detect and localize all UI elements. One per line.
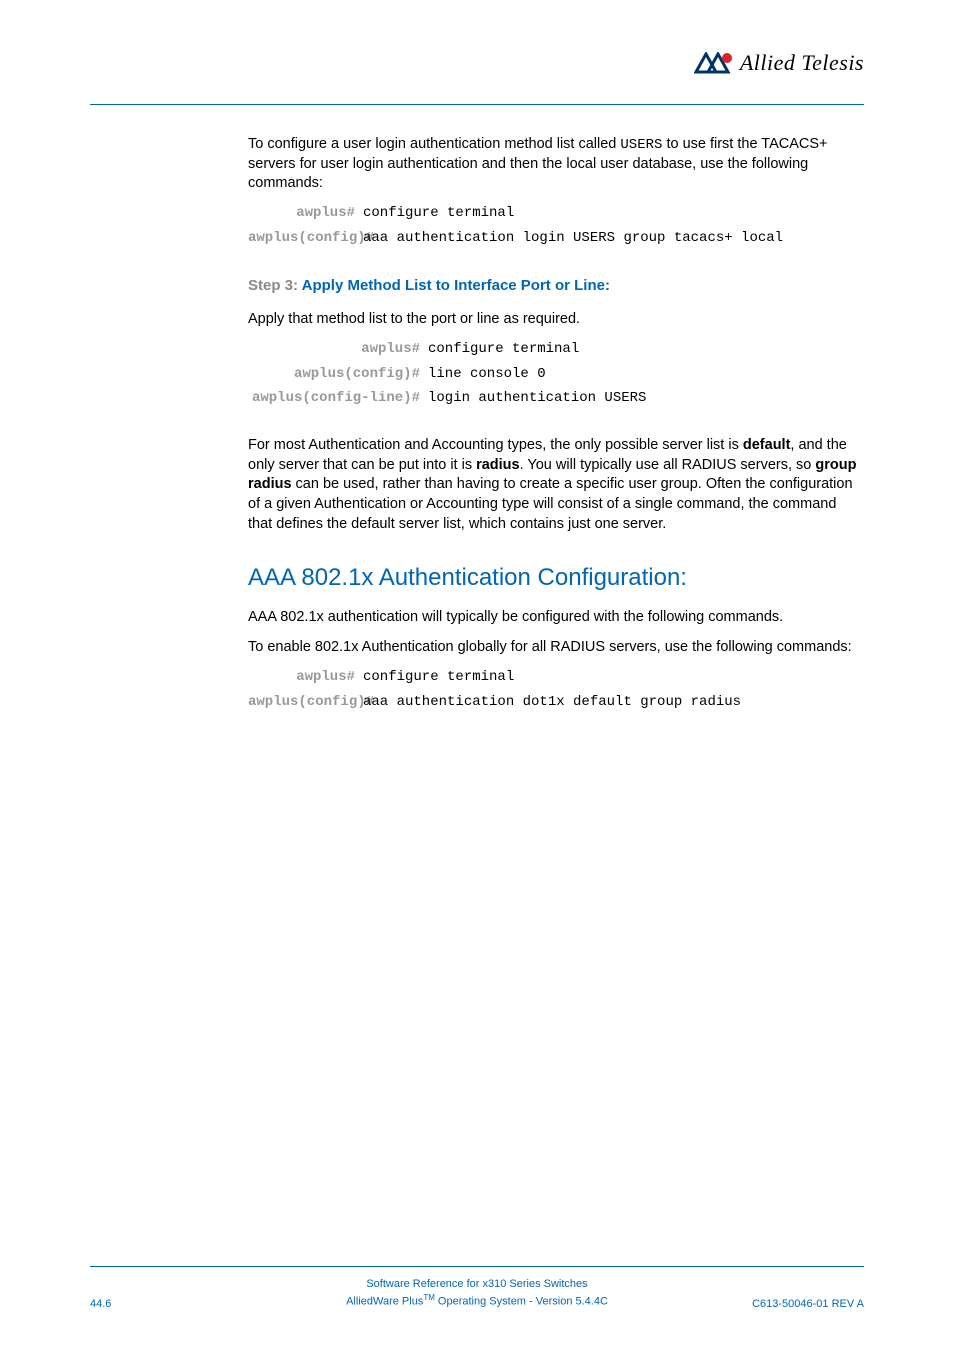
text: For most Authentication and Accounting t… xyxy=(248,437,743,453)
command-prompt: awplus(config-line)# xyxy=(248,389,428,408)
text: . You will typically use all RADIUS serv… xyxy=(520,457,816,473)
auth-accounting-paragraph: For most Authentication and Accounting t… xyxy=(248,436,864,534)
brand-logo: Allied Telesis xyxy=(694,50,864,76)
command-prompt: awplus# xyxy=(248,668,363,687)
command-prompt: awplus# xyxy=(248,204,363,223)
command-prompt: awplus(config)# xyxy=(248,229,363,248)
bold-text: radius xyxy=(476,457,520,473)
text: AlliedWare Plus xyxy=(346,1296,423,1308)
command-row: awplus# configure terminal xyxy=(248,668,864,687)
inline-code: USERS xyxy=(620,137,662,153)
command-row: awplus(config)# aaa authentication dot1x… xyxy=(248,693,864,712)
page-content: To configure a user login authentication… xyxy=(90,135,864,711)
step-3-heading: Step 3: Apply Method List to Interface P… xyxy=(248,276,864,296)
step-3-paragraph: Apply that method list to the port or li… xyxy=(248,310,864,330)
command-text: configure terminal xyxy=(428,340,864,359)
bold-text: default xyxy=(743,437,791,453)
footer-title: Software Reference for x310 Series Switc… xyxy=(90,1277,864,1292)
command-text: aaa authentication login USERS group tac… xyxy=(363,229,864,248)
command-row: awplus(config)# aaa authentication login… xyxy=(248,229,864,248)
command-text: configure terminal xyxy=(363,204,864,223)
command-row: awplus(config)# line console 0 xyxy=(248,365,864,384)
section-heading: AAA 802.1x Authentication Configuration: xyxy=(248,562,864,594)
command-block-3: awplus# configure terminal awplus(config… xyxy=(248,668,864,712)
section-paragraph-1: AAA 802.1x authentication will typically… xyxy=(248,608,864,628)
command-row: awplus(config-line)# login authenticatio… xyxy=(248,389,864,408)
command-prompt: awplus# xyxy=(248,340,428,359)
command-text: line console 0 xyxy=(428,365,864,384)
command-row: awplus# configure terminal xyxy=(248,340,864,359)
footer-center: Software Reference for x310 Series Switc… xyxy=(90,1277,864,1310)
command-text: configure terminal xyxy=(363,668,864,687)
command-text: login authentication USERS xyxy=(428,389,864,408)
page-header: Allied Telesis xyxy=(90,50,864,105)
command-prompt: awplus(config)# xyxy=(248,365,428,384)
text: Operating System - Version 5.4.4C xyxy=(435,1296,608,1308)
logo-icon xyxy=(694,52,734,74)
step-number: Step 3: xyxy=(248,277,302,294)
text: To configure a user login authentication… xyxy=(248,136,620,152)
command-text: aaa authentication dot1x default group r… xyxy=(363,693,864,712)
doc-revision: C613-50046-01 REV A xyxy=(752,1298,864,1310)
command-row: awplus# configure terminal xyxy=(248,204,864,223)
logo-text: Allied Telesis xyxy=(740,50,864,76)
command-block-1: awplus# configure terminal awplus(config… xyxy=(248,204,864,248)
footer-version: AlliedWare PlusTM Operating System - Ver… xyxy=(90,1292,864,1310)
page-footer: Software Reference for x310 Series Switc… xyxy=(90,1266,864,1310)
text: can be used, rather than having to creat… xyxy=(248,476,853,531)
intro-paragraph: To configure a user login authentication… xyxy=(248,135,864,194)
step-title: Apply Method List to Interface Port or L… xyxy=(302,277,610,294)
page-number: 44.6 xyxy=(90,1298,111,1310)
command-prompt: awplus(config)# xyxy=(248,693,363,712)
trademark: TM xyxy=(423,1293,435,1302)
section-paragraph-2: To enable 802.1x Authentication globally… xyxy=(248,638,864,658)
command-block-2: awplus# configure terminal awplus(config… xyxy=(248,340,864,409)
